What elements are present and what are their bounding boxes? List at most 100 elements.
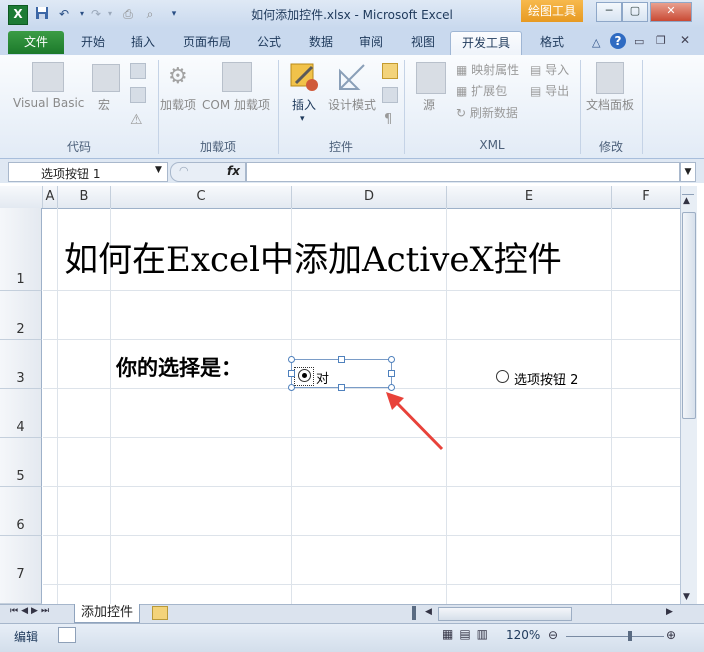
resize-handle[interactable] (288, 356, 295, 363)
column-header-a[interactable]: A (43, 186, 58, 208)
split-box-icon[interactable] (682, 188, 694, 195)
doc-minimize-icon[interactable]: ▭ (634, 35, 644, 48)
scroll-up-icon[interactable]: ▲ (683, 196, 690, 206)
doc-restore-icon[interactable]: ❐ (656, 34, 666, 47)
run-dialog-icon[interactable]: ¶ (384, 112, 392, 127)
column-header-d[interactable]: D (292, 186, 447, 208)
view-code-icon[interactable] (382, 87, 398, 103)
export-button[interactable]: ▤ 导出 (530, 82, 569, 99)
zoom-slider-track[interactable] (566, 636, 664, 637)
resize-handle[interactable] (288, 384, 295, 391)
resize-handle[interactable] (388, 370, 395, 377)
zoom-slider-thumb[interactable] (628, 631, 632, 641)
insert-button[interactable]: 插入 (292, 96, 316, 113)
option-button-1-label[interactable]: 对 (316, 368, 329, 387)
group-label-addins: 加载项 (199, 140, 236, 154)
tab-insert[interactable]: 插入 (122, 31, 164, 54)
xml-source-button[interactable]: 源 (423, 96, 435, 113)
view-buttons-icons[interactable]: ▦▤▥ (442, 627, 494, 641)
column-header-e[interactable]: E (447, 186, 612, 208)
radio-dot-icon (302, 373, 307, 378)
macro-security-icon[interactable]: ⚠ (130, 112, 143, 128)
properties-icon[interactable] (382, 63, 398, 79)
resize-handle[interactable] (338, 384, 345, 391)
sheet-tab-add-controls[interactable]: 添加控件 (74, 604, 140, 623)
row-header-4[interactable]: 4 (0, 389, 42, 438)
zoom-in-icon[interactable]: ⊕ (666, 628, 676, 642)
insert-function-icon[interactable]: fx (227, 164, 240, 178)
row-header-7[interactable]: 7 (0, 536, 42, 604)
row-header-6[interactable]: 6 (0, 487, 42, 536)
tab-review[interactable]: 审阅 (350, 31, 392, 54)
redo-dropdown-icon[interactable]: ▾ (102, 6, 118, 22)
gridline (43, 584, 680, 585)
help-icon[interactable]: ? (610, 33, 626, 49)
zoom-out-icon[interactable]: ⊖ (548, 628, 558, 642)
insert-sheet-icon[interactable] (152, 606, 168, 620)
select-all-corner[interactable] (0, 186, 43, 208)
expansion-pack-button[interactable]: ▦ 扩展包 (456, 82, 507, 99)
import-button[interactable]: ▤ 导入 (530, 61, 569, 78)
horizontal-scroll-thumb[interactable] (438, 607, 572, 621)
minimize-button[interactable]: ─ (596, 2, 622, 22)
design-mode-button[interactable]: 设计模式 (328, 96, 376, 113)
column-header-f[interactable]: F (612, 186, 680, 208)
sheet-nav-icons[interactable]: ⏮◀▶⏭ (10, 606, 52, 616)
customize-toolbar-icon[interactable]: ▾ (166, 6, 182, 22)
column-header-b[interactable]: B (58, 186, 111, 208)
tab-format[interactable]: 格式 (530, 31, 574, 54)
undo-icon[interactable]: ↶ (56, 6, 72, 22)
tab-data[interactable]: 数据 (300, 31, 342, 54)
close-button[interactable]: ✕ (650, 2, 692, 22)
record-macro-icon[interactable] (130, 63, 146, 79)
prompt-cell[interactable]: 你的选择是： (116, 352, 242, 382)
scroll-right-icon[interactable]: ▶ (666, 607, 673, 617)
doc-close-icon[interactable]: ✕ (680, 33, 690, 47)
option-button-1-radio[interactable] (298, 369, 311, 382)
relative-reference-icon[interactable] (130, 87, 146, 103)
vertical-scroll-thumb[interactable] (682, 212, 696, 419)
name-box[interactable]: 选项按钮 1 ▼ (8, 162, 168, 182)
resize-handle[interactable] (338, 356, 345, 363)
row-header-5[interactable]: 5 (0, 438, 42, 487)
expand-formula-bar-icon[interactable]: ▼ (680, 162, 696, 182)
tab-file[interactable]: 文件 (8, 31, 64, 54)
zoom-level[interactable]: 120% (506, 628, 540, 642)
map-properties-button[interactable]: ▦ 映射属性 (456, 61, 519, 78)
addin-button[interactable]: 加载项 (160, 96, 196, 113)
save-icon[interactable] (34, 6, 50, 22)
column-header-c[interactable]: C (111, 186, 292, 208)
tab-split-handle[interactable] (412, 606, 416, 620)
row-header-2[interactable]: 2 (0, 291, 42, 340)
gridline (43, 290, 680, 291)
name-box-dropdown-icon[interactable]: ▼ (155, 165, 162, 175)
formula-input[interactable] (246, 162, 680, 182)
tab-developer[interactable]: 开发工具 (450, 31, 522, 55)
print-icon[interactable]: ⎙ (120, 6, 136, 22)
document-panel-button[interactable]: 文档面板 (586, 96, 634, 113)
refresh-data-button[interactable]: ↻ 刷新数据 (456, 104, 518, 121)
title-cell[interactable]: 如何在Excel中添加ActiveX控件 (64, 232, 562, 281)
tab-home[interactable]: 开始 (72, 31, 114, 54)
row-header-1[interactable]: 1 (0, 208, 42, 291)
option-button-2-label[interactable]: 选项按钮 2 (514, 369, 578, 388)
formula-drag-handle-icon[interactable]: ◠ (179, 164, 189, 177)
maximize-button[interactable]: ▢ (622, 2, 648, 22)
macro-button[interactable]: 宏 (98, 96, 110, 113)
option-button-2-radio[interactable] (496, 370, 509, 383)
tab-page-layout[interactable]: 页面布局 (174, 31, 240, 54)
macro-record-icon[interactable] (58, 627, 76, 643)
print-preview-icon[interactable]: ⌕ (142, 6, 158, 22)
resize-handle[interactable] (388, 356, 395, 363)
tab-formulas[interactable]: 公式 (248, 31, 290, 54)
excel-app-icon[interactable]: X (8, 5, 28, 25)
scroll-left-icon[interactable]: ◀ (425, 607, 432, 617)
scroll-down-icon[interactable]: ▼ (683, 592, 690, 602)
minimize-ribbon-icon[interactable]: △ (592, 36, 600, 49)
tab-view[interactable]: 视图 (402, 31, 444, 54)
visual-basic-button[interactable]: Visual Basic (13, 96, 84, 110)
com-addin-button[interactable]: COM 加载项 (202, 96, 270, 113)
insert-dropdown-icon[interactable]: ▾ (300, 114, 305, 124)
resize-handle[interactable] (288, 370, 295, 377)
row-header-3[interactable]: 3 (0, 340, 42, 389)
